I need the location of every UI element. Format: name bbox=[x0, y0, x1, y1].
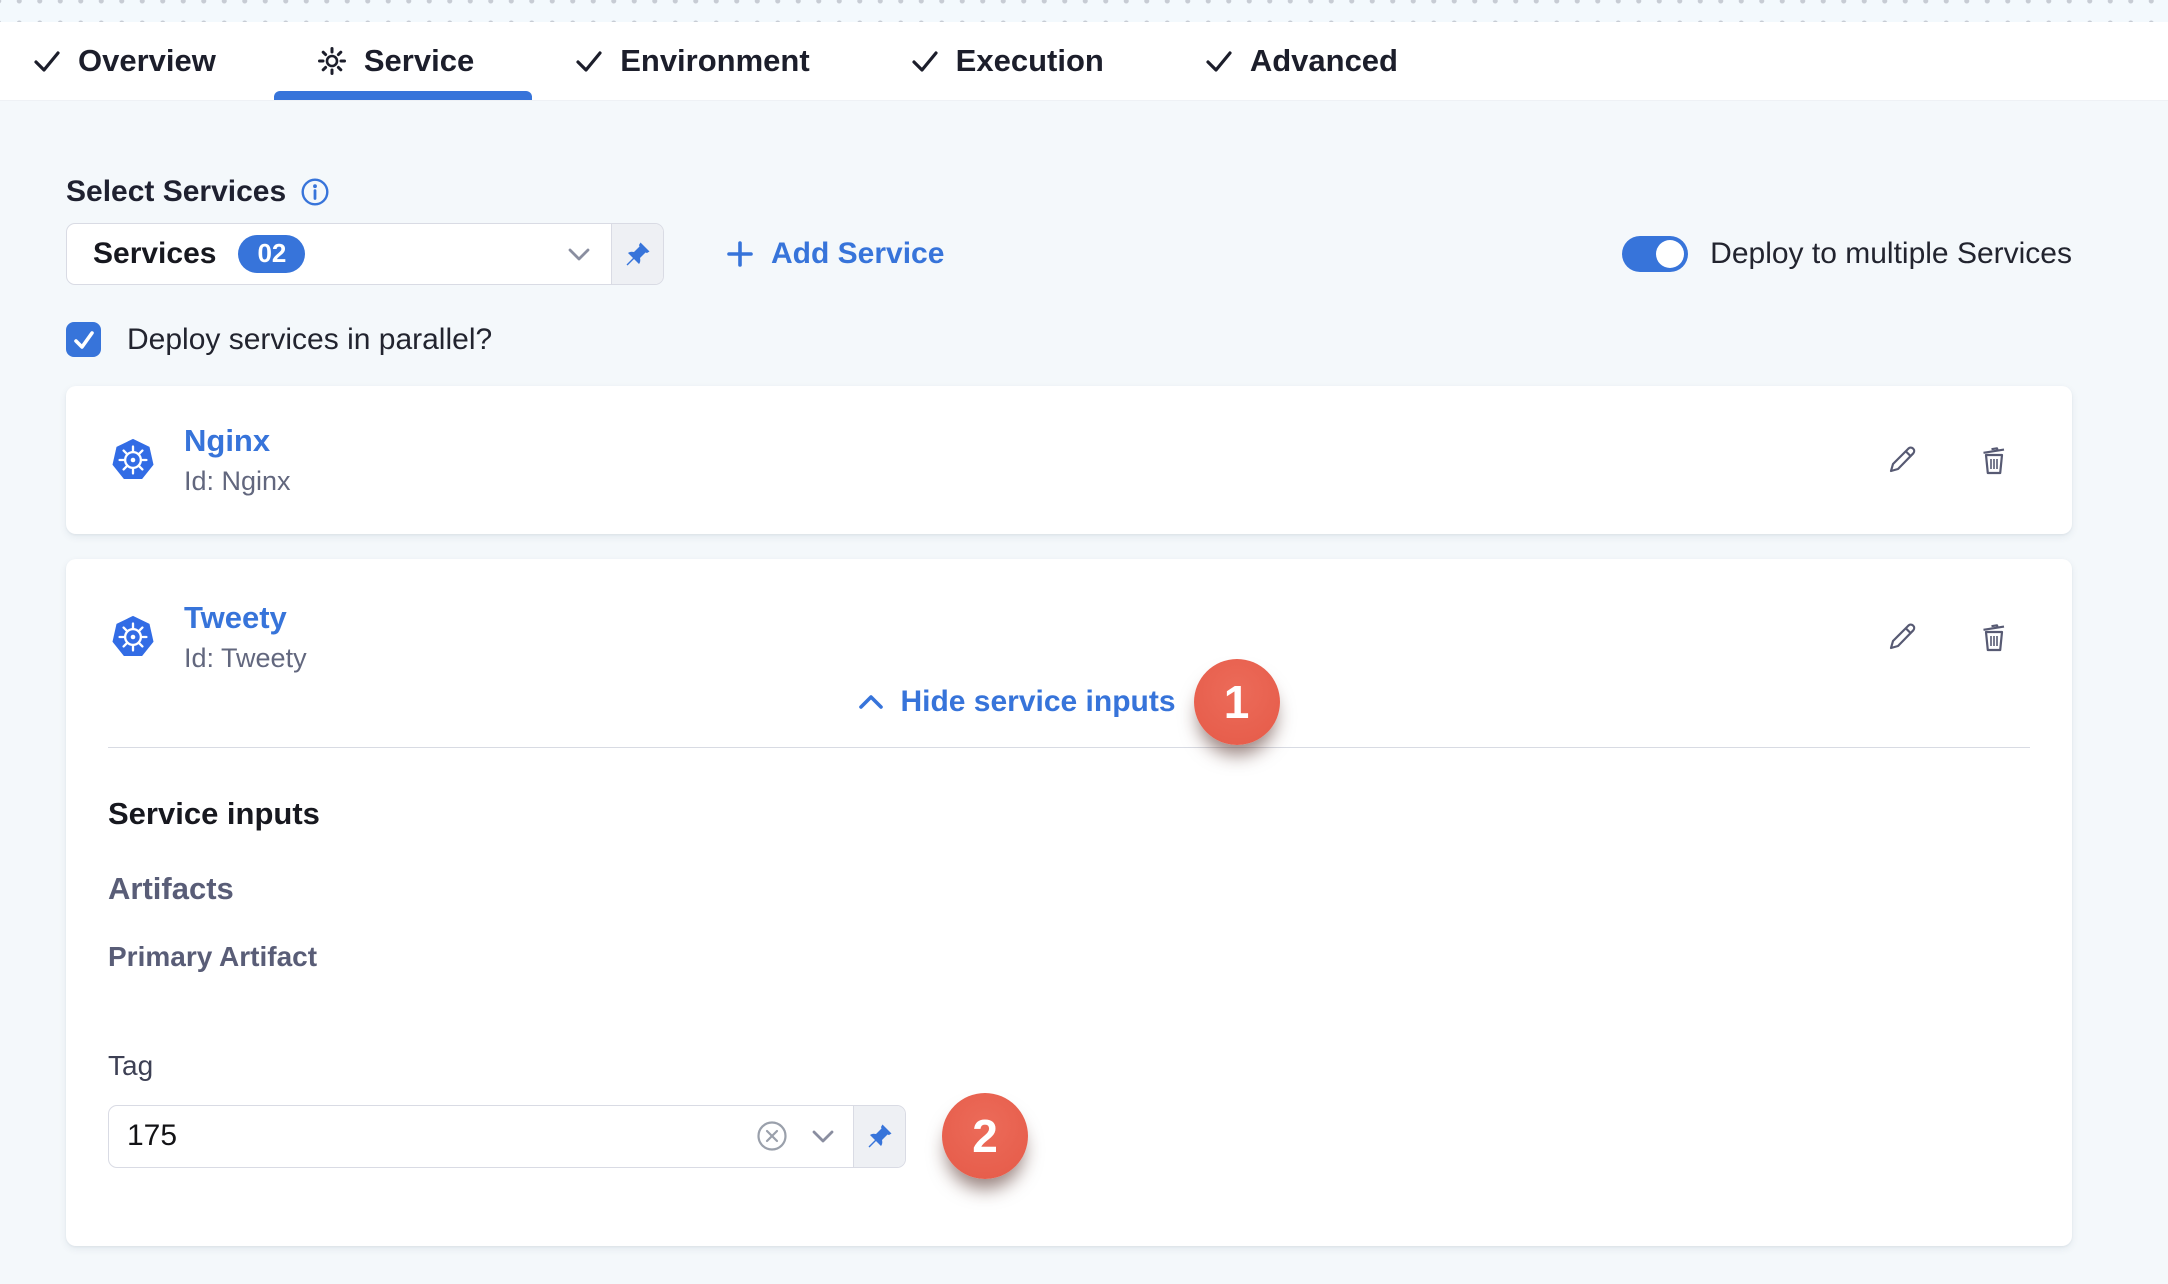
tag-field bbox=[108, 1105, 906, 1168]
plus-icon bbox=[725, 239, 755, 269]
primary-artifact-title: Primary Artifact bbox=[108, 941, 2030, 973]
deploy-multiple-services-label: Deploy to multiple Services bbox=[1710, 237, 2072, 271]
kubernetes-icon bbox=[110, 437, 156, 483]
deploy-parallel-checkbox[interactable] bbox=[66, 322, 101, 357]
chevron-down-icon bbox=[567, 247, 591, 262]
chevron-down-icon[interactable] bbox=[811, 1129, 835, 1144]
check-icon bbox=[1204, 46, 1234, 76]
add-service-button[interactable]: Add Service bbox=[725, 237, 944, 271]
pin-icon bbox=[624, 240, 652, 268]
tag-label: Tag bbox=[108, 1050, 2030, 1082]
edit-service-button[interactable] bbox=[1884, 442, 1920, 478]
pin-runtime-input-button[interactable] bbox=[611, 224, 663, 284]
tab-label: Service bbox=[364, 43, 474, 79]
add-service-label: Add Service bbox=[771, 237, 944, 271]
check-icon bbox=[32, 46, 62, 76]
annotation-badge-2: 2 bbox=[942, 1093, 1028, 1179]
tag-input[interactable] bbox=[127, 1119, 733, 1153]
tab-label: Overview bbox=[78, 43, 216, 79]
clear-icon[interactable] bbox=[755, 1119, 789, 1153]
pin-icon bbox=[866, 1122, 894, 1150]
deploy-parallel-label: Deploy services in parallel? bbox=[127, 323, 492, 357]
delete-service-button[interactable] bbox=[1976, 619, 2012, 655]
pin-runtime-input-button[interactable] bbox=[853, 1106, 905, 1167]
tab-overview[interactable]: Overview bbox=[32, 22, 216, 100]
service-tab-panel: Select Services Services 02 bbox=[0, 175, 2168, 1246]
tab-advanced[interactable]: Advanced bbox=[1204, 22, 1398, 100]
services-count-badge: 02 bbox=[238, 235, 305, 274]
deploy-multiple-services-toggle[interactable] bbox=[1622, 236, 1688, 272]
gear-icon bbox=[316, 45, 348, 77]
divider bbox=[108, 747, 2030, 748]
check-icon bbox=[910, 46, 940, 76]
services-dropdown[interactable]: Services 02 bbox=[66, 223, 664, 285]
check-icon bbox=[574, 46, 604, 76]
service-inputs-title: Service inputs bbox=[108, 796, 2030, 832]
service-name-link[interactable]: Nginx bbox=[184, 423, 291, 459]
service-name-link[interactable]: Tweety bbox=[184, 600, 307, 636]
info-icon[interactable] bbox=[300, 177, 330, 207]
service-id-text: Id: Nginx bbox=[184, 466, 291, 497]
service-card-nginx: Nginx Id: Nginx bbox=[66, 386, 2072, 534]
tab-service[interactable]: Service bbox=[316, 22, 474, 100]
hide-service-inputs-link[interactable]: Hide service inputs bbox=[858, 685, 1175, 719]
service-id-text: Id: Tweety bbox=[184, 643, 307, 674]
tab-label: Execution bbox=[956, 43, 1104, 79]
annotation-badge-1: 1 bbox=[1194, 659, 1280, 745]
stage-tabbar: Overview Service Environment Execution bbox=[0, 22, 2168, 101]
delete-service-button[interactable] bbox=[1976, 442, 2012, 478]
services-dropdown-value: Services bbox=[93, 237, 216, 271]
artifacts-title: Artifacts bbox=[108, 871, 2030, 907]
tab-label: Advanced bbox=[1250, 43, 1398, 79]
kubernetes-icon bbox=[110, 614, 156, 660]
pipeline-canvas-dots bbox=[0, 0, 2168, 22]
toggle-knob bbox=[1656, 240, 1684, 268]
hide-service-inputs-label: Hide service inputs bbox=[900, 685, 1175, 719]
edit-service-button[interactable] bbox=[1884, 619, 1920, 655]
tab-label: Environment bbox=[620, 43, 809, 79]
tab-environment[interactable]: Environment bbox=[574, 22, 809, 100]
service-card-tweety: Tweety Id: Tweety bbox=[66, 559, 2072, 1246]
chevron-up-icon bbox=[858, 694, 884, 710]
tab-execution[interactable]: Execution bbox=[910, 22, 1104, 100]
select-services-label: Select Services bbox=[66, 175, 286, 209]
